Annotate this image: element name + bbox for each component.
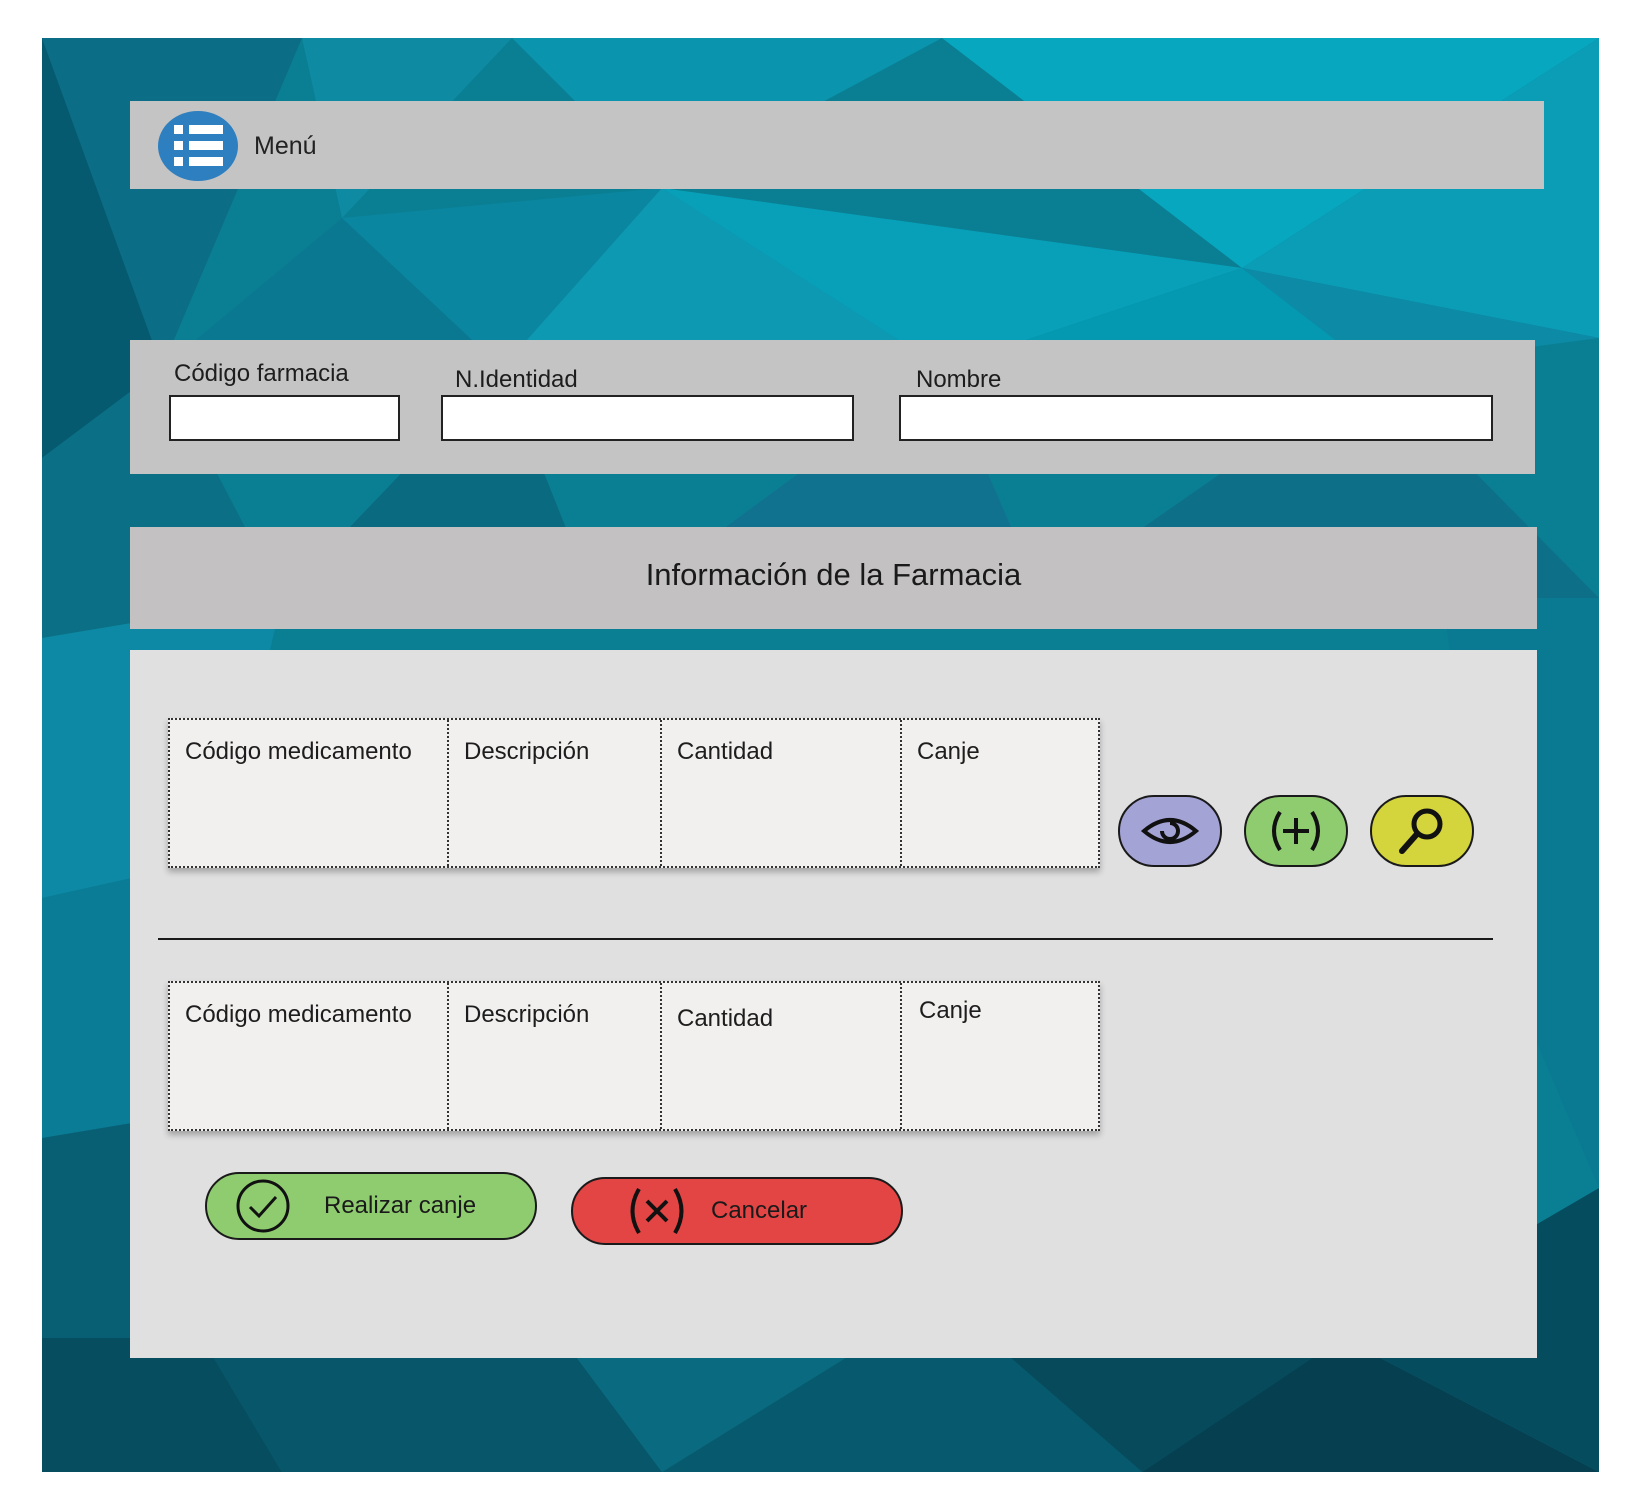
redeem-button[interactable]: Realizar canje [205, 1172, 537, 1240]
table-header-cell: Cantidad [662, 983, 902, 1129]
add-button[interactable] [1244, 795, 1348, 867]
table-header-cell: Código medicamento [170, 983, 449, 1129]
table-header-cell: Cantidad [662, 720, 902, 866]
pharmacy-code-label: Código farmacia [174, 360, 349, 387]
filters-panel: Código farmacia N.Identidad Nombre [130, 340, 1535, 474]
eye-icon [1140, 818, 1200, 844]
x-circle-icon [630, 1187, 684, 1235]
content-panel: Código medicamento Descripción Cantidad … [130, 650, 1537, 1358]
identity-number-input[interactable] [441, 395, 854, 441]
divider [158, 938, 1493, 940]
table-header-cell: Canje [917, 738, 980, 765]
section-title: Información de la Farmacia [645, 557, 1022, 592]
redeem-label: Realizar canje [324, 1192, 477, 1219]
cancel-button[interactable]: Cancelar [571, 1177, 903, 1245]
table-header-cell: Descripción [449, 983, 662, 1129]
table-header-cell: Código medicamento [170, 720, 449, 866]
plus-circle-icon [1272, 810, 1320, 852]
name-input[interactable] [899, 395, 1493, 441]
identity-number-label: N.Identidad [455, 366, 578, 393]
medication-table-top: Código medicamento Descripción Cantidad … [168, 718, 1100, 868]
view-button[interactable] [1118, 795, 1222, 867]
name-label: Nombre [916, 366, 1002, 393]
magnifier-icon [1399, 808, 1443, 854]
search-button[interactable] [1370, 795, 1474, 867]
list-menu-icon[interactable] [158, 111, 238, 181]
menu-label[interactable]: Menú [254, 132, 317, 161]
medication-table-bottom: Código medicamento Descripción Cantidad … [168, 981, 1100, 1131]
pharmacy-code-input[interactable] [169, 395, 400, 441]
menu-bar: Menú [130, 101, 1544, 189]
app-canvas: Menú Código farmacia N.Identidad Nombre … [0, 0, 1630, 1510]
section-header: Información de la Farmacia [130, 527, 1537, 629]
table-header-cell: Canje [919, 997, 982, 1024]
check-circle-icon [236, 1179, 290, 1233]
cancel-label: Cancelar [711, 1197, 808, 1224]
table-header-cell: Descripción [449, 720, 662, 866]
